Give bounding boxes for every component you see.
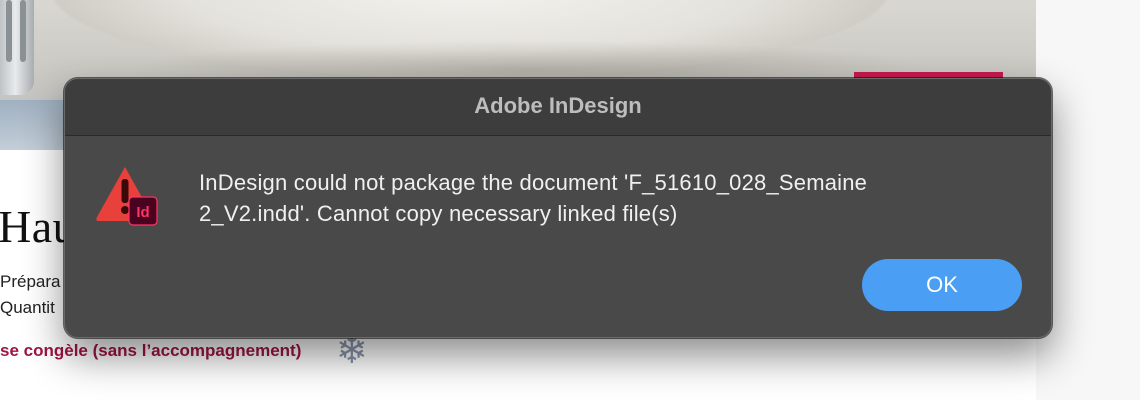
quantity-text: Quantit [0,298,55,317]
freeze-note: se congèle (sans l’accompagnement) [0,341,302,360]
fork-tine [6,0,12,62]
fork-tine [20,0,26,62]
warning-icon: Id [95,163,161,229]
dialog-titlebar: Adobe InDesign [65,79,1051,136]
warning-triangle-icon: Id [96,167,158,226]
alert-dialog: Adobe InDesign Id InDesign could not pac… [64,78,1052,338]
indesign-badge-label: Id [136,204,149,221]
fork-image [0,0,34,95]
ok-button[interactable]: OK [862,259,1022,311]
dialog-title: Adobe InDesign [474,93,642,118]
message-line: InDesign could not package the document … [199,170,868,195]
dialog-message: InDesign could not package the document … [199,167,999,229]
preparation-text: Prépara [0,272,61,291]
message-line: 2_V2.indd'. Cannot copy necessary linked… [199,201,678,226]
